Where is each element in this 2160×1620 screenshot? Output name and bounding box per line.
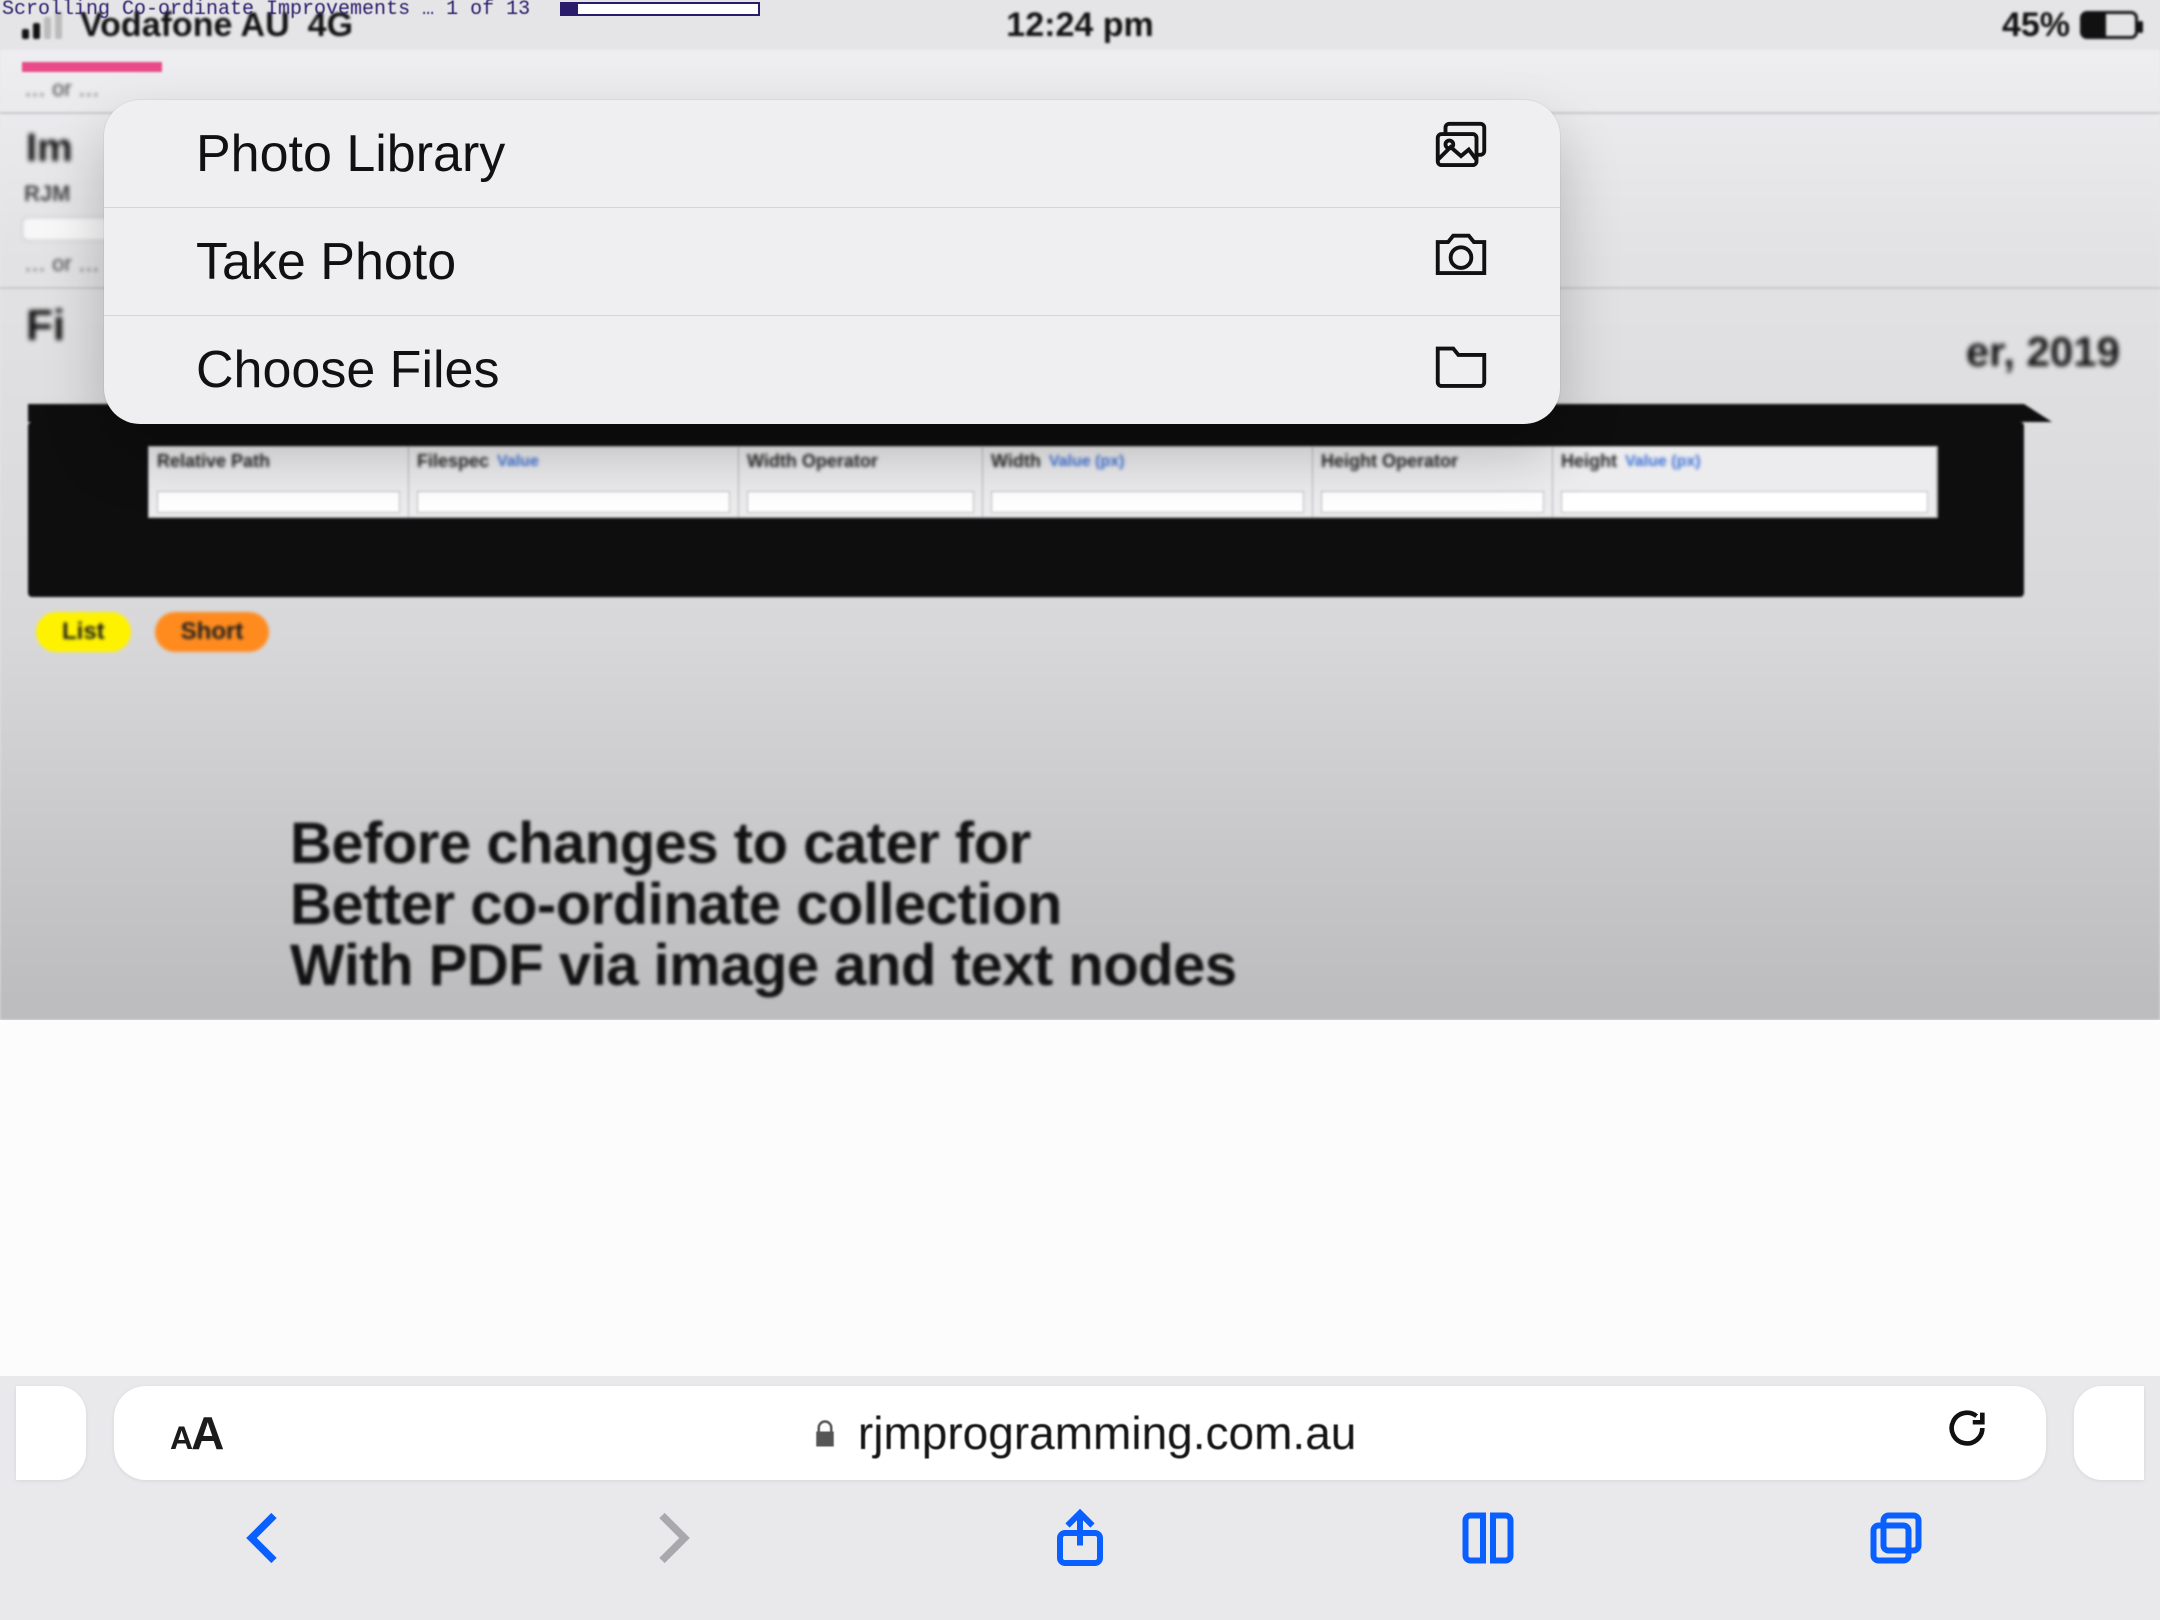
camera-icon [1430,224,1492,299]
slideshow-progress [560,2,760,16]
filter-col-height: Height Value (px) [1553,447,1937,517]
back-button[interactable] [234,1508,294,1573]
filter-input-path[interactable] [157,491,400,513]
filter-input-width[interactable] [991,491,1304,513]
reload-button[interactable] [1944,1405,1990,1462]
filter-input-filespec[interactable] [417,491,730,513]
choose-files-item[interactable]: Choose Files [104,316,1560,424]
choose-files-label: Choose Files [196,340,499,400]
blank-region [0,1020,2160,1376]
filter-input-height-op[interactable] [1321,491,1544,513]
filter-col-width-op: Width Operator [739,447,983,517]
filter-col-width: Width Value (px) [983,447,1313,517]
slideshow-caption: Scrolling Co-ordinate Improvements … 1 o… [2,0,530,21]
next-tab-peek[interactable] [2074,1386,2144,1480]
photo-library-icon [1430,116,1492,191]
tabs-button[interactable] [1866,1508,1926,1573]
reader-aa-button[interactable]: AA [170,1406,222,1460]
slideshow-overlay: Scrolling Co-ordinate Improvements … 1 o… [0,0,2160,24]
lock-icon [810,1406,840,1460]
photo-library-item[interactable]: Photo Library [104,100,1560,208]
prev-tab-peek[interactable] [16,1386,86,1480]
filter-col-path: Relative Path [149,447,409,517]
forward-button[interactable] [642,1508,702,1573]
photo-library-label: Photo Library [196,124,505,184]
url-display: rjmprogramming.com.au [810,1406,1356,1460]
url-text: rjmprogramming.com.au [858,1406,1356,1460]
filter-input-height[interactable] [1561,491,1928,513]
filter-col-filespec: Filespec Value [409,447,739,517]
filter-col-height-op: Height Operator [1313,447,1553,517]
date-text: er, 2019 [1966,328,2120,376]
filter-input-width-op[interactable] [747,491,974,513]
bookmarks-button[interactable] [1458,1508,1518,1573]
take-photo-label: Take Photo [196,232,456,292]
share-button[interactable] [1050,1508,1110,1573]
take-photo-item[interactable]: Take Photo [104,208,1560,316]
slide-caption: Before changes to cater for Better co-or… [290,814,1237,997]
filter-bar: Relative Path Filespec Value Width Opera… [28,422,2024,597]
address-bar[interactable]: AA rjmprogramming.com.au [114,1386,2046,1480]
folder-icon [1430,333,1492,408]
address-bar-row: AA rjmprogramming.com.au [0,1376,2160,1490]
list-button[interactable]: List [36,612,131,652]
safari-toolbar [0,1490,2160,1620]
short-button[interactable]: Short [155,612,270,652]
file-picker-popover: Photo Library Take Photo Choose Files [104,100,1560,424]
